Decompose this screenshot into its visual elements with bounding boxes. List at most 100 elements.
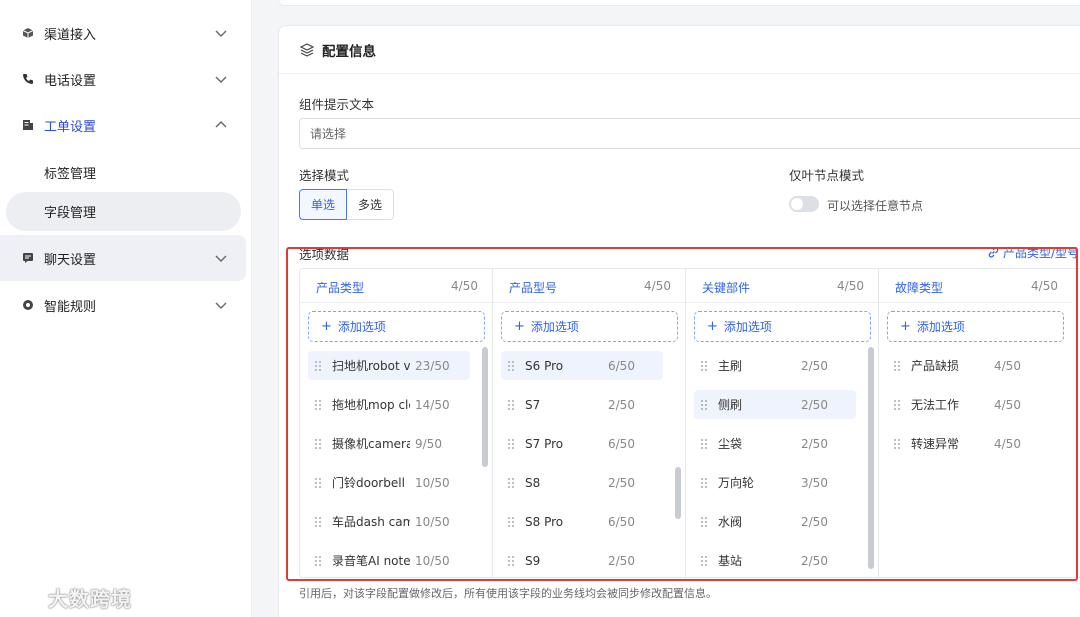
chat-icon <box>22 252 34 264</box>
product-type-link-text: 产品类型/型号 <box>1003 246 1080 260</box>
option-row[interactable]: 摄像机camera 9/50 <box>308 429 470 458</box>
option-row[interactable]: 录音笔AI note 10/50 <box>308 546 470 575</box>
drag-handle-icon[interactable] <box>314 438 322 450</box>
drag-handle-icon[interactable] <box>700 555 708 567</box>
drag-handle-icon[interactable] <box>700 477 708 489</box>
option-text: 水阀 <box>718 515 743 529</box>
option-text: 主刷 <box>718 359 743 373</box>
drag-handle-icon[interactable] <box>700 438 708 450</box>
option-text: S7 Pro <box>525 436 564 451</box>
column-title: 关键部件 <box>702 281 751 295</box>
chevron-down-icon <box>215 30 227 37</box>
drag-handle-icon[interactable] <box>893 438 901 450</box>
sidebar-item-phone[interactable]: 电话设置 <box>0 56 246 102</box>
sidebar-subitem-label: 字段管理 <box>44 206 97 221</box>
add-option-button[interactable]: + 添加选项 <box>694 311 871 342</box>
select-mode-label: 选择模式 <box>299 168 350 183</box>
column-scrollbar[interactable] <box>482 347 488 467</box>
option-row[interactable]: S7 2/50 <box>501 390 663 419</box>
sidebar-item-label: 电话设置 <box>44 73 97 89</box>
option-text: 扫地机robot va <box>332 359 410 373</box>
option-count: 2/50 <box>608 475 635 490</box>
column-scrollbar[interactable] <box>868 347 874 569</box>
option-row[interactable]: 拖地机mop cle 14/50 <box>308 390 470 419</box>
option-text: 无法工作 <box>911 398 960 412</box>
plus-icon: + <box>514 319 525 334</box>
drag-handle-icon[interactable] <box>893 360 901 372</box>
options-cascader: 产品类型 4/50 + 添加选项 扫地机robot va 23/50 拖地机mop … <box>299 268 1080 578</box>
option-row[interactable]: 基站 2/50 <box>694 546 856 575</box>
plus-icon: + <box>900 319 911 334</box>
option-text: S6 Pro <box>525 358 564 373</box>
option-text: 录音笔AI note <box>332 554 410 568</box>
option-row[interactable]: 产品缺损 4/50 <box>887 351 1049 380</box>
phone-icon <box>22 73 34 85</box>
option-row[interactable]: 无法工作 4/50 <box>887 390 1049 419</box>
option-text: 尘袋 <box>718 437 743 451</box>
add-option-button[interactable]: + 添加选项 <box>887 311 1064 342</box>
option-text: 转速异常 <box>911 437 960 451</box>
option-count: 10/50 <box>415 475 450 490</box>
option-row[interactable]: 主刷 2/50 <box>694 351 856 380</box>
mode-single-button[interactable]: 单选 <box>299 189 348 220</box>
sidebar-item-channel[interactable]: 渠道接入 <box>0 10 246 56</box>
chevron-down-icon <box>215 255 227 262</box>
option-count: 4/50 <box>994 436 1021 451</box>
drag-handle-icon[interactable] <box>314 555 322 567</box>
option-row[interactable]: S9 2/50 <box>501 546 663 575</box>
hint-text-input[interactable]: 请选择 <box>299 118 1080 149</box>
cascader-column: 故障类型 4/50 + 添加选项 产品缺损 4/50 无法工作 4/50 转速异常 4/… <box>879 269 1072 577</box>
sidebar-item-ticket[interactable]: 工单设置 <box>0 102 246 148</box>
drag-handle-icon[interactable] <box>700 516 708 528</box>
layers-icon <box>299 42 315 57</box>
option-row[interactable]: 侧刷 2/50 <box>694 390 856 419</box>
option-text: S8 Pro <box>525 514 564 529</box>
option-row[interactable]: S8 Pro 6/50 <box>501 507 663 536</box>
drag-handle-icon[interactable] <box>314 477 322 489</box>
option-row[interactable]: 扫地机robot va 23/50 <box>308 351 470 380</box>
drag-handle-icon[interactable] <box>893 399 901 411</box>
mode-multi-button[interactable]: 多选 <box>347 189 395 220</box>
option-count: 10/50 <box>415 553 450 568</box>
drag-handle-icon[interactable] <box>314 516 322 528</box>
option-row[interactable]: S6 Pro 6/50 <box>501 351 663 380</box>
drag-handle-icon[interactable] <box>700 399 708 411</box>
drag-handle-icon[interactable] <box>507 477 515 489</box>
drag-handle-icon[interactable] <box>314 360 322 372</box>
option-count: 2/50 <box>608 553 635 568</box>
drag-handle-icon[interactable] <box>507 555 515 567</box>
leaf-mode-toggle-text: 可以选择任意节点 <box>827 199 924 213</box>
add-option-label: 添加选项 <box>530 320 579 334</box>
option-row[interactable]: 万向轮 3/50 <box>694 468 856 497</box>
drag-handle-icon[interactable] <box>314 399 322 411</box>
option-row[interactable]: 门铃doorbell 10/50 <box>308 468 470 497</box>
link-icon <box>988 247 999 258</box>
plus-icon: + <box>707 319 718 334</box>
option-row[interactable]: 车品dash cam 10/50 <box>308 507 470 536</box>
add-option-button[interactable]: + 添加选项 <box>308 311 485 342</box>
option-row[interactable]: S7 Pro 6/50 <box>501 429 663 458</box>
sidebar-item-chat[interactable]: 聊天设置 <box>0 235 246 281</box>
hint-text-placeholder: 请选择 <box>310 127 347 141</box>
sidebar-item-rules[interactable]: 智能规则 <box>0 282 246 328</box>
product-type-link[interactable]: 产品类型/型号 <box>987 244 1079 261</box>
column-scrollbar[interactable] <box>675 467 681 519</box>
sidebar-subitem-fields[interactable]: 字段管理 <box>6 192 241 231</box>
sidebar-item-label: 渠道接入 <box>44 27 97 43</box>
drag-handle-icon[interactable] <box>507 360 515 372</box>
drag-handle-icon[interactable] <box>507 516 515 528</box>
drag-handle-icon[interactable] <box>507 438 515 450</box>
option-row[interactable]: 水阀 2/50 <box>694 507 856 536</box>
watermark-logo-icon <box>9 588 47 606</box>
add-option-label: 添加选项 <box>337 320 386 334</box>
option-row[interactable]: S8 2/50 <box>501 468 663 497</box>
sidebar-subitem-tags[interactable]: 标签管理 <box>6 153 241 192</box>
drag-handle-icon[interactable] <box>507 399 515 411</box>
drag-handle-icon[interactable] <box>700 360 708 372</box>
leaf-mode-toggle[interactable] <box>789 196 819 212</box>
option-row[interactable]: 转速异常 4/50 <box>887 429 1049 458</box>
option-row[interactable]: 尘袋 2/50 <box>694 429 856 458</box>
option-text: 拖地机mop cle <box>332 398 410 412</box>
option-text: 摄像机camera <box>332 437 410 451</box>
add-option-button[interactable]: + 添加选项 <box>501 311 678 342</box>
